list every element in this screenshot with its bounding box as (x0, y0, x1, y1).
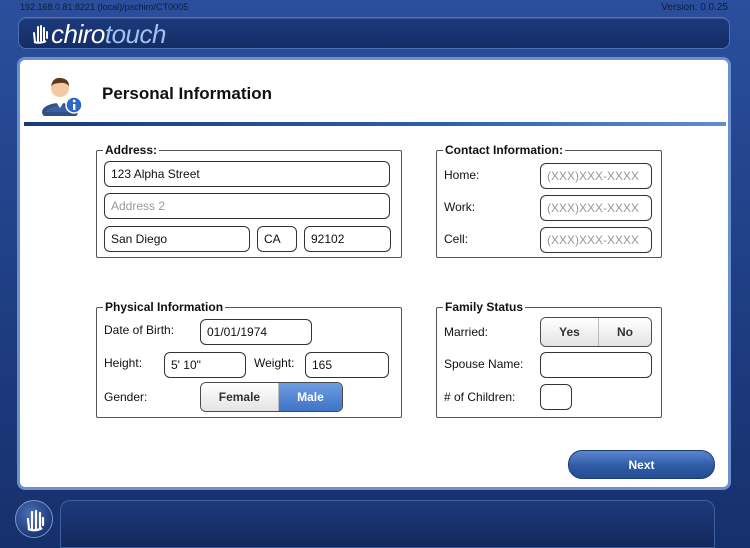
family-legend: Family Status (445, 300, 524, 314)
family-body: Married: Yes No Spouse Name: # of Childr… (437, 314, 661, 417)
dob-field[interactable] (200, 319, 312, 345)
work-label: Work: (444, 200, 476, 214)
gender-label: Gender: (104, 390, 148, 404)
gender-toggle: Female Male (200, 382, 343, 412)
street-field[interactable] (104, 161, 390, 187)
spouse-name-field[interactable] (540, 352, 652, 378)
cell-label: Cell: (444, 232, 469, 246)
home-label: Home: (444, 168, 480, 182)
children-count-field[interactable] (540, 384, 572, 410)
family-group: Family Status Married: Yes No Spouse Nam… (436, 300, 662, 418)
bottom-toolbar (60, 500, 715, 548)
version-label: Version: 0.0.25 (661, 2, 728, 13)
zip-field[interactable] (304, 226, 391, 252)
address2-field[interactable] (104, 193, 390, 219)
server-url: 192.168.0.81:8221 (local)/pschiro/CT0005 (20, 2, 189, 12)
height-field[interactable] (164, 352, 246, 378)
next-button[interactable]: Next (568, 450, 715, 479)
brand-logo: chirotouch (51, 19, 166, 50)
weight-field[interactable] (305, 352, 389, 378)
home-phone-field[interactable] (540, 163, 652, 189)
city-field[interactable] (104, 226, 250, 252)
contact-body: Home: Work: Cell: (437, 157, 661, 257)
physical-body: Date of Birth: Height: Weight: Gender: F… (97, 314, 401, 417)
spouse-name-label: Spouse Name: (444, 357, 524, 371)
height-label: Height: (104, 356, 143, 370)
gender-male-button[interactable]: Male (277, 383, 342, 411)
hand-icon (26, 509, 45, 532)
contact-group: Contact Information: Home: Work: Cell: (436, 143, 662, 258)
children-label: # of Children: (444, 390, 516, 404)
hand-logo-icon (33, 25, 48, 44)
work-phone-field[interactable] (540, 195, 652, 221)
user-info-icon (42, 77, 83, 116)
contact-legend: Contact Information: (445, 143, 563, 157)
home-hand-button[interactable] (15, 500, 53, 538)
married-label: Married: (444, 325, 489, 339)
married-no-button[interactable]: No (597, 318, 651, 346)
married-toggle: Yes No (540, 317, 652, 347)
brand-part1: chiro (51, 19, 105, 49)
header-divider (24, 122, 726, 126)
physical-legend: Physical Information (105, 300, 224, 314)
address-legend: Address: (105, 143, 158, 157)
dob-label: Date of Birth: (104, 323, 175, 337)
gender-female-button[interactable]: Female (201, 383, 278, 411)
status-strip: 192.168.0.81:8221 (local)/pschiro/CT0005… (0, 0, 750, 16)
state-field[interactable] (257, 226, 297, 252)
address-body (97, 157, 401, 257)
married-yes-button[interactable]: Yes (541, 318, 598, 346)
physical-group: Physical Information Date of Birth: Heig… (96, 300, 402, 418)
personal-info-panel: Personal Information Address: Contact In… (17, 57, 731, 490)
brand-bar: chirotouch (18, 17, 730, 49)
address-group: Address: (96, 143, 402, 258)
cell-phone-field[interactable] (540, 227, 652, 253)
weight-label: Weight: (254, 356, 295, 370)
page-title: Personal Information (102, 84, 273, 103)
brand-part2: touch (104, 19, 167, 49)
